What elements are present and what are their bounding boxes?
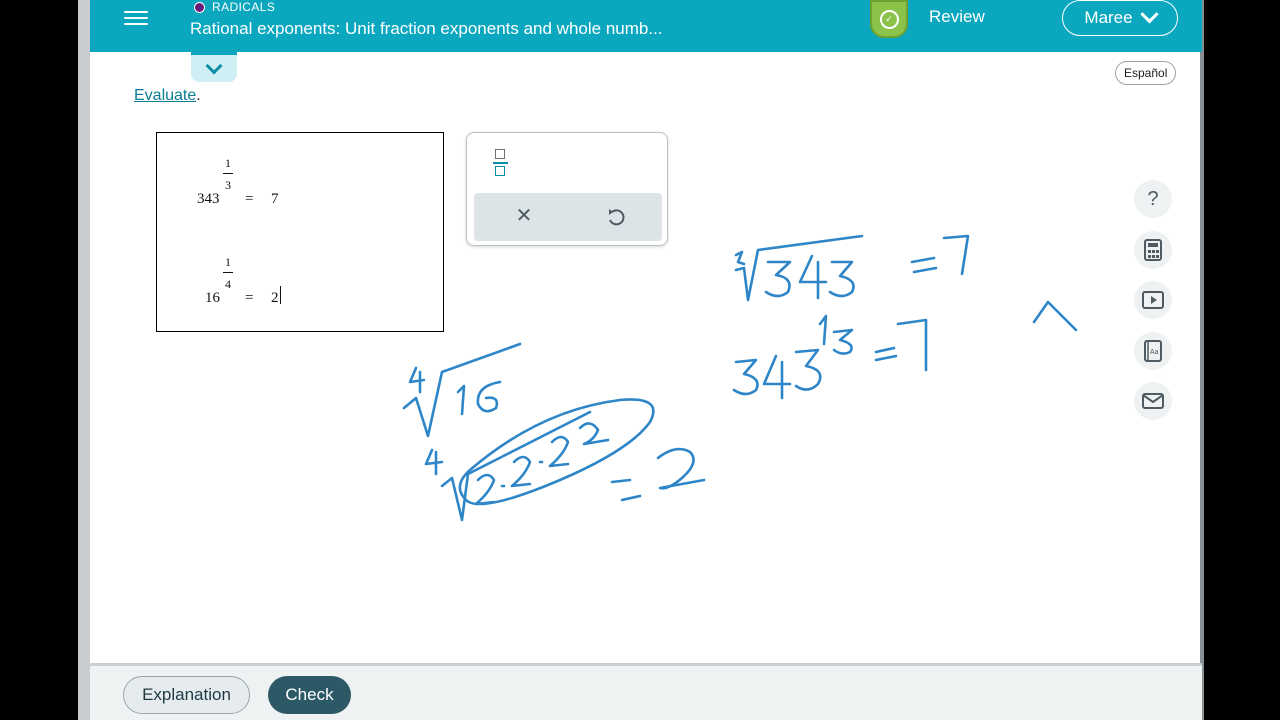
review-badge-icon[interactable]: ✓ bbox=[870, 0, 908, 38]
exponent-denominator: 3 bbox=[225, 178, 231, 192]
close-icon[interactable]: ✕ bbox=[514, 206, 534, 226]
answer-value[interactable]: 7 bbox=[271, 191, 279, 208]
video-icon[interactable] bbox=[1134, 281, 1172, 319]
mail-icon[interactable] bbox=[1134, 382, 1172, 420]
exponent-denominator: 4 bbox=[225, 277, 231, 291]
chevron-down-icon bbox=[1139, 4, 1159, 23]
undo-icon[interactable] bbox=[606, 206, 626, 228]
math-toolbox: ✕ bbox=[466, 132, 668, 246]
app-window bbox=[78, 0, 1202, 720]
lesson-title: Rational exponents: Unit fraction expone… bbox=[190, 19, 663, 38]
window-left-edge bbox=[78, 0, 90, 720]
exponent-numerator: 1 bbox=[225, 255, 231, 269]
instruction-suffix: . bbox=[196, 87, 201, 104]
exponent-numerator: 1 bbox=[225, 156, 231, 170]
fraction-bar bbox=[223, 173, 233, 174]
topic-text: RADICALS bbox=[212, 0, 276, 14]
collapse-toggle-button[interactable] bbox=[191, 52, 237, 82]
window-right-edge bbox=[1200, 0, 1204, 720]
base-value: 16 bbox=[205, 290, 220, 306]
topic-dot-icon bbox=[194, 1, 205, 13]
svg-text:Aa: Aa bbox=[1150, 349, 1159, 356]
review-link[interactable]: Review bbox=[929, 7, 985, 27]
equals-sign: = bbox=[245, 191, 254, 207]
footer-bar bbox=[90, 663, 1202, 720]
user-menu-button[interactable]: Maree bbox=[1062, 0, 1178, 36]
explanation-button[interactable]: Explanation bbox=[123, 676, 250, 714]
toolbox-actions: ✕ bbox=[474, 193, 662, 241]
answer-input-box[interactable]: 343 1 3 = 7 16 1 4 = 2 bbox=[156, 132, 444, 332]
topic-label: RADICALS bbox=[194, 0, 275, 14]
chevron-down-icon bbox=[205, 57, 223, 75]
calculator-icon[interactable] bbox=[1134, 231, 1172, 269]
equals-sign: = bbox=[245, 290, 254, 306]
evaluate-link[interactable]: Evaluate bbox=[134, 87, 196, 104]
fraction-bar bbox=[223, 272, 233, 273]
check-button[interactable]: Check bbox=[268, 676, 351, 714]
question-icon[interactable]: ? bbox=[1134, 180, 1172, 218]
language-toggle-button[interactable]: Español bbox=[1115, 61, 1177, 85]
text-cursor bbox=[280, 286, 281, 304]
instruction-text: Evaluate. bbox=[134, 87, 201, 105]
answer-value[interactable]: 2 bbox=[271, 290, 279, 307]
fraction-icon[interactable] bbox=[493, 147, 509, 179]
base-value: 343 bbox=[197, 191, 220, 207]
user-name: Maree bbox=[1084, 8, 1133, 27]
dictionary-icon[interactable]: Aa bbox=[1134, 332, 1172, 370]
menu-icon[interactable] bbox=[124, 8, 148, 28]
